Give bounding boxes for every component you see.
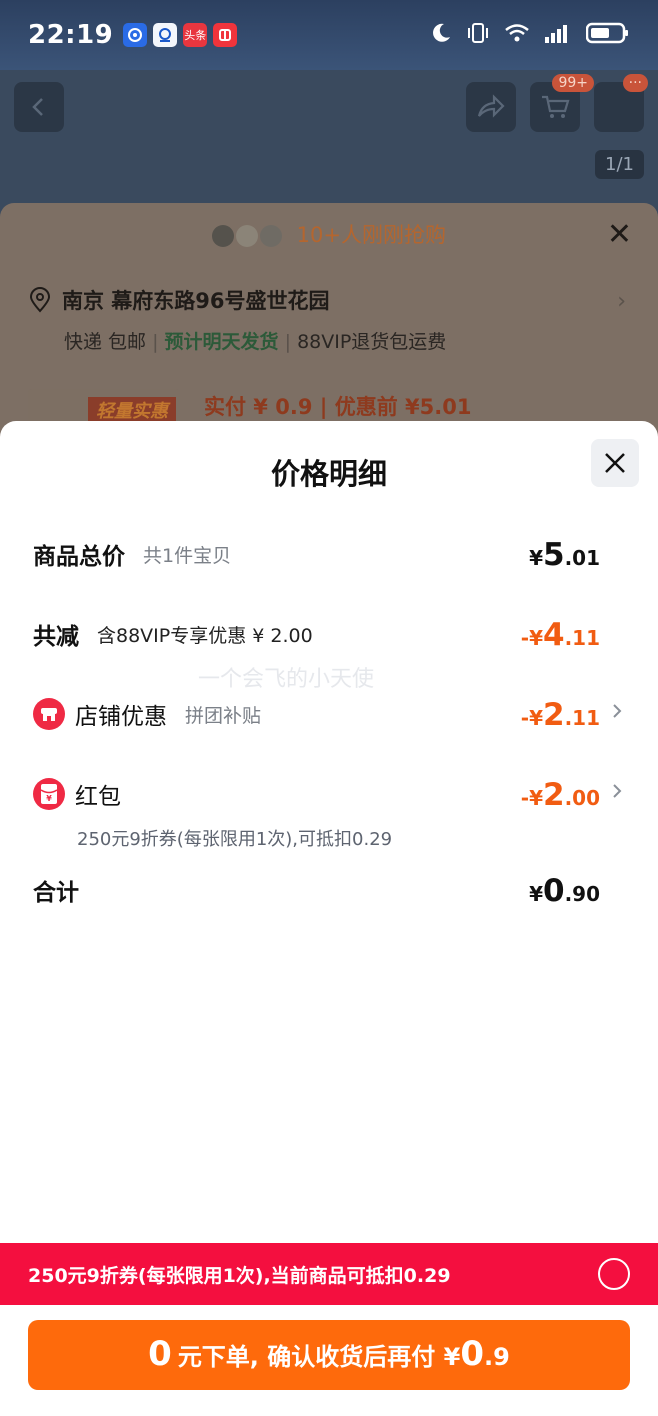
svg-text:¥: ¥ xyxy=(46,794,52,803)
wifi-icon xyxy=(504,23,530,47)
cta-amount-dec: .9 xyxy=(484,1343,510,1371)
system-icons xyxy=(430,22,630,48)
amount-dec: .01 xyxy=(564,546,600,570)
price-detail-sheet: 价格明细 一个会飞的小天使 商品总价 共1件宝贝 ¥5.01 共减 含88VIP… xyxy=(0,421,658,1416)
currency: ¥ xyxy=(529,882,543,906)
total-price-label: 商品总价 共1件宝贝 xyxy=(33,537,231,571)
battery-icon xyxy=(585,22,630,48)
cta-lead-amount: 0 xyxy=(148,1334,172,1374)
delivery-vip-return: 88VIP退货包运费 xyxy=(297,331,447,353)
product-nav: 99+ ··· xyxy=(14,74,648,132)
discount-label: 共减 含88VIP专享优惠 ¥ 2.00 xyxy=(33,617,313,651)
more-badge: ··· xyxy=(622,74,648,92)
row-total-discount: 共减 含88VIP专享优惠 ¥ 2.00 -¥4.11 xyxy=(33,617,600,653)
amount-dec: .90 xyxy=(564,882,600,906)
moon-icon xyxy=(430,22,452,48)
buyer-avatars xyxy=(211,225,282,247)
watermark: 一个会飞的小天使 xyxy=(198,667,375,692)
sheet-title: 价格明细 xyxy=(270,457,387,491)
app-icon-bank xyxy=(153,23,178,47)
signal-icon xyxy=(544,23,572,47)
currency: -¥ xyxy=(520,786,543,810)
product-thumb-tag: 轻量实惠 xyxy=(88,397,176,423)
red-packet-note: 250元9折券(每张限用1次),可抵扣0.29 xyxy=(77,829,393,850)
red-packet-title: 红包 xyxy=(75,784,121,810)
avatar xyxy=(211,225,234,247)
close-icon xyxy=(605,453,625,473)
sku-close-icon[interactable]: ✕ xyxy=(607,217,632,252)
shop-discount-title: 店铺优惠 xyxy=(75,704,167,730)
sum-label: 合计 xyxy=(33,880,79,906)
sum-amount: ¥0.90 xyxy=(529,873,600,909)
cta-text: 元下单, 确认收货后再付 ¥ xyxy=(177,1343,461,1371)
price-summary: 实付 ¥ 0.9 | 优惠前 ¥5.01 xyxy=(204,395,472,419)
amount-int: 2 xyxy=(542,777,565,813)
amount-int: 2 xyxy=(542,697,565,733)
amount-int: 0 xyxy=(542,873,565,909)
coupon-radio[interactable] xyxy=(598,1258,630,1290)
amount-int: 5 xyxy=(542,537,565,573)
chevron-right-icon xyxy=(612,703,622,724)
delivery-info: 快递 包邮 | 预计明天发货 | 88VIP退货包运费 xyxy=(64,331,447,353)
red-packet-label: ¥ 红包 xyxy=(33,777,121,811)
address-block[interactable]: 南京 幕府东路96号盛世花园 快递 包邮 | 预计明天发货 | 88VIP退货包… xyxy=(28,285,630,354)
total-price-amount: ¥5.01 xyxy=(529,537,600,573)
red-packet-icon: ¥ xyxy=(33,778,65,810)
address-text: 南京 幕府东路96号盛世花园 xyxy=(62,289,330,313)
sku-sheet-dimmed: 10+人刚刚抢购 ✕ 南京 幕府东路96号盛世花园 快递 包邮 | 预计明天发货… xyxy=(0,203,658,443)
discount-title: 共减 xyxy=(33,624,79,650)
shop-icon xyxy=(33,698,65,730)
app-icon-blue xyxy=(123,23,148,47)
address-line: 南京 幕府东路96号盛世花园 xyxy=(28,285,630,315)
back-button[interactable] xyxy=(14,82,64,132)
delivery-eta: 预计明天发货 xyxy=(164,331,279,353)
amount-dec: .11 xyxy=(564,626,600,650)
currency: ¥ xyxy=(529,546,543,570)
more-button[interactable]: ··· xyxy=(594,74,648,132)
total-price-title: 商品总价 xyxy=(33,544,125,570)
row-shop-discount[interactable]: 店铺优惠 拼团补贴 -¥2.11 xyxy=(33,697,622,733)
chevron-right-icon xyxy=(612,783,622,804)
shop-discount-label: 店铺优惠 拼团补贴 xyxy=(33,697,261,731)
total-price-count: 共1件宝贝 xyxy=(143,544,232,567)
status-time: 22:19 xyxy=(28,20,114,50)
image-counter: 1/1 xyxy=(595,150,644,179)
shop-discount-amount: -¥2.11 xyxy=(521,697,600,733)
shop-discount-note: 拼团补贴 xyxy=(185,704,262,727)
amount-dec: .11 xyxy=(564,706,600,730)
amount-dec: .00 xyxy=(564,786,600,810)
vibrate-icon xyxy=(466,22,490,48)
order-button[interactable]: 0 元下单, 确认收货后再付 ¥ 0 .9 xyxy=(28,1320,630,1390)
currency: -¥ xyxy=(520,706,543,730)
row-sum: 合计 ¥0.90 xyxy=(33,873,600,909)
avatar xyxy=(235,225,258,247)
recent-buyers-text: 10+人刚刚抢购 xyxy=(296,223,446,247)
red-packet-amount: -¥2.00 xyxy=(521,777,600,813)
row-red-packet[interactable]: ¥ 红包 -¥2.00 250元9折券(每张限用1次),可抵扣0.29 xyxy=(33,777,622,851)
app-icon-red xyxy=(213,23,238,47)
amount-int: 4 xyxy=(542,617,565,653)
app-icon-toutiao: 头条 xyxy=(183,23,208,47)
cart-button[interactable]: 99+ xyxy=(530,74,594,132)
cta-amount: 0 xyxy=(460,1334,485,1374)
recent-buyers: 10+人刚刚抢购 xyxy=(0,219,658,249)
status-bar: 22:19 头条 xyxy=(0,0,658,70)
row-total-price: 商品总价 共1件宝贝 ¥5.01 xyxy=(33,537,600,573)
close-button[interactable] xyxy=(591,439,639,487)
currency: -¥ xyxy=(520,626,543,650)
avatar xyxy=(259,225,282,247)
location-icon xyxy=(29,287,51,313)
coupon-bar[interactable]: 250元9折券(每张限用1次),当前商品可抵扣0.29 xyxy=(0,1243,658,1305)
delivery-express: 快递 包邮 xyxy=(64,331,147,353)
vip-discount-note: 含88VIP专享优惠 ¥ 2.00 xyxy=(97,624,313,647)
address-chevron-icon: › xyxy=(617,289,626,314)
share-button[interactable] xyxy=(466,82,516,132)
cart-badge: 99+ xyxy=(552,74,594,92)
coupon-bar-text: 250元9折券(每张限用1次),当前商品可抵扣0.29 xyxy=(28,1264,451,1287)
discount-amount: -¥4.11 xyxy=(521,617,600,653)
notification-app-icons: 头条 xyxy=(123,23,238,47)
